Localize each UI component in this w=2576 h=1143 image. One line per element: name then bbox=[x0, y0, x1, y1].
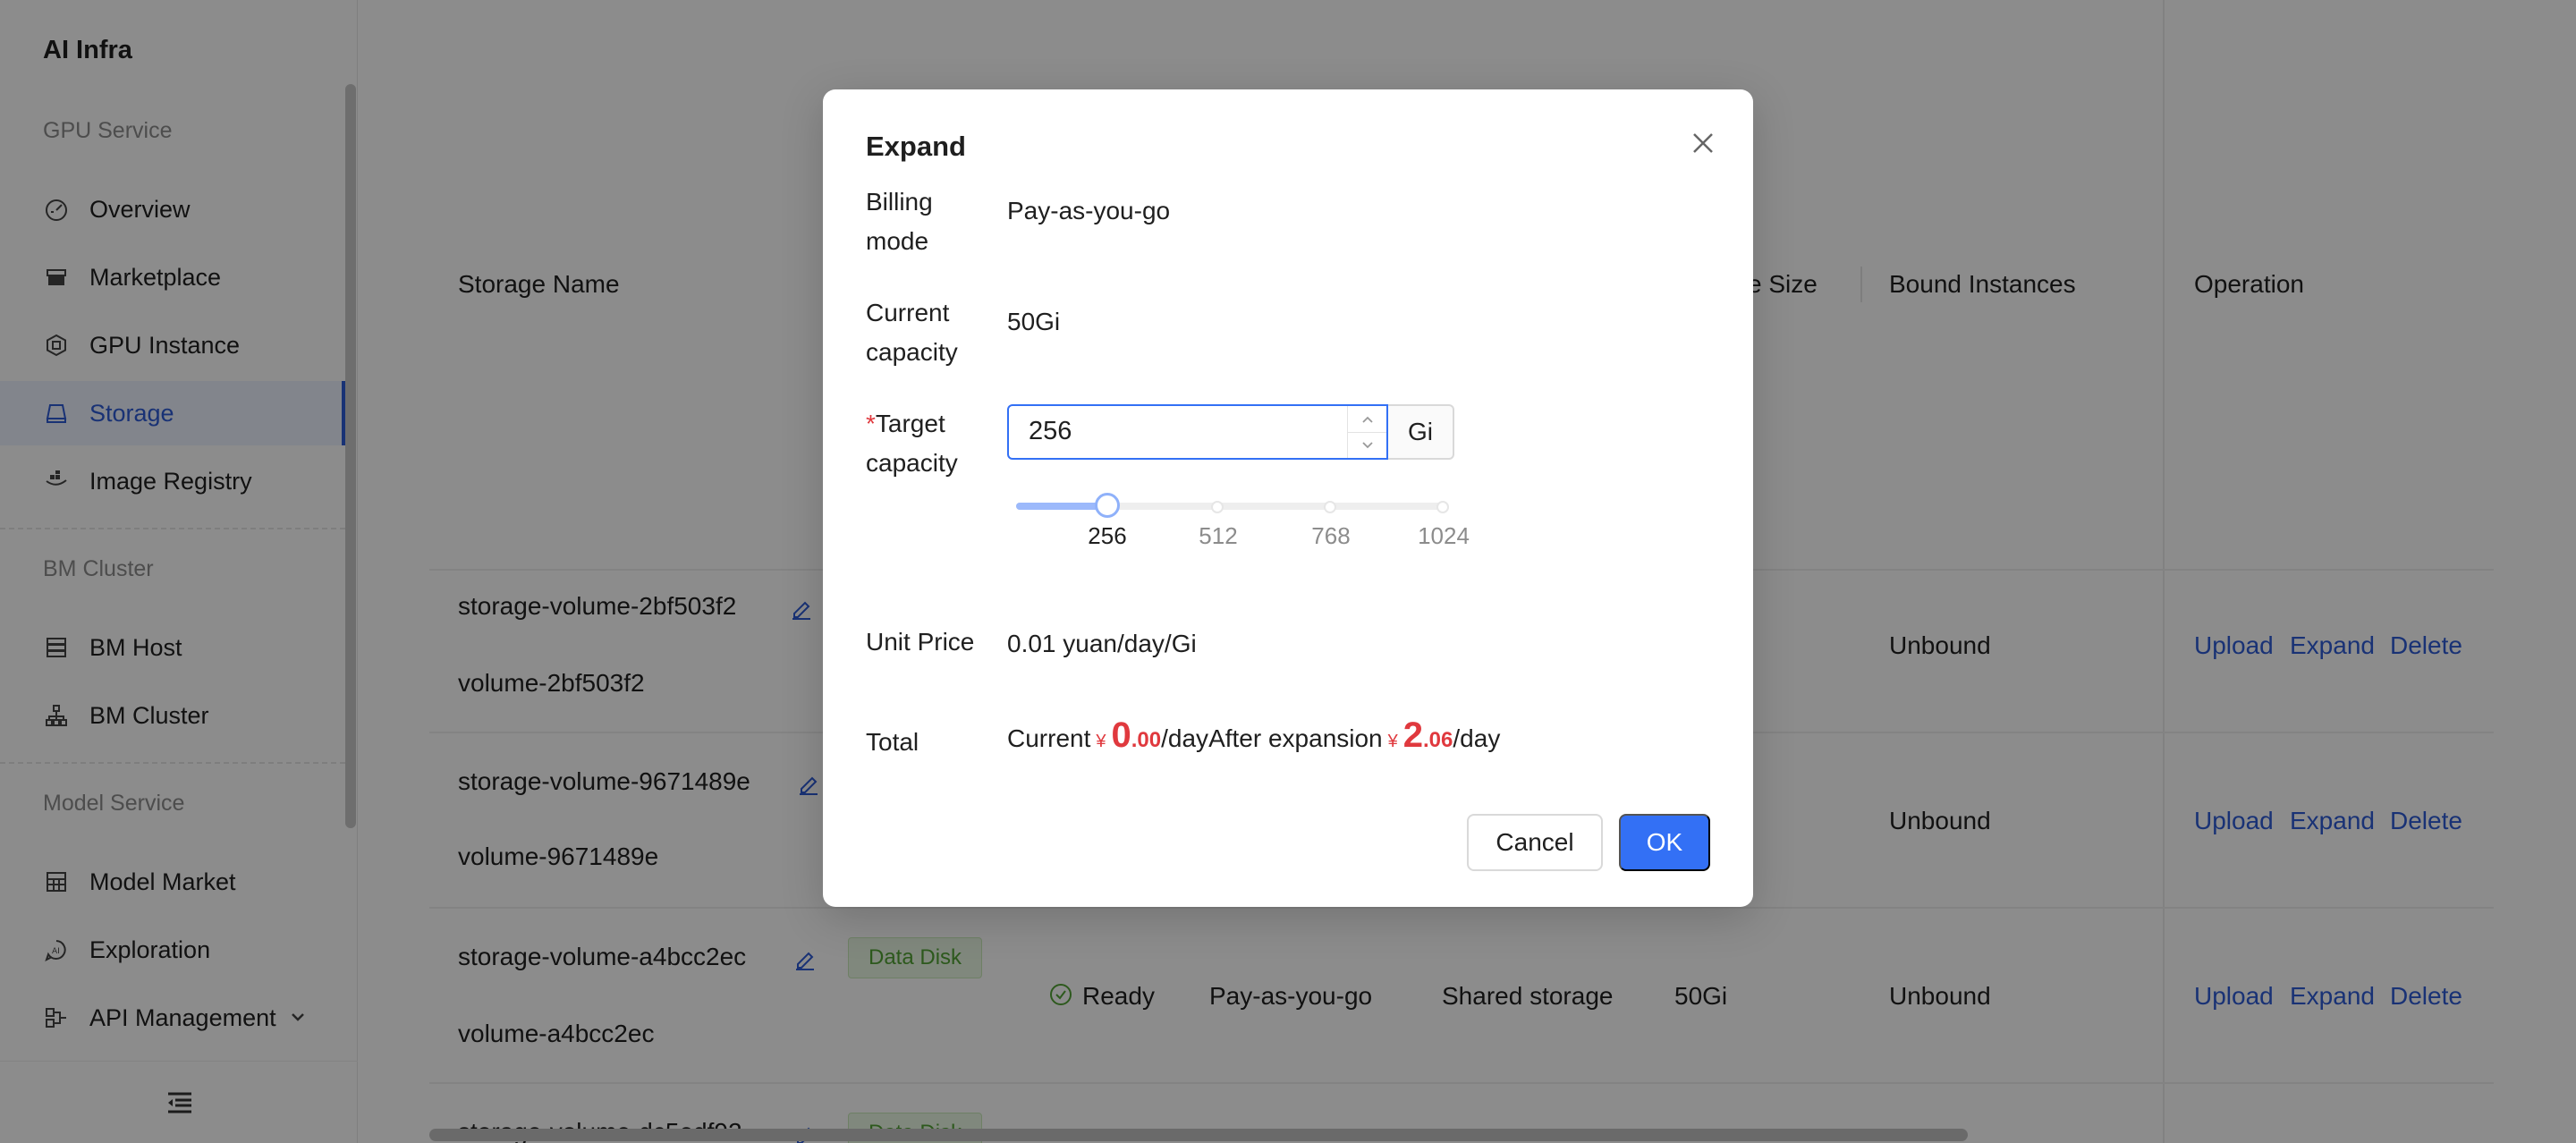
increment-arrow-icon[interactable] bbox=[1348, 406, 1386, 432]
target-capacity-input[interactable] bbox=[1007, 404, 1388, 460]
per-day-text: /day bbox=[1453, 724, 1501, 752]
target-capacity-field[interactable] bbox=[1009, 406, 1331, 456]
unit-price-label: Unit Price bbox=[866, 628, 975, 656]
required-mark: * bbox=[866, 410, 876, 437]
per-day-text: /day bbox=[1161, 724, 1209, 752]
target-capacity-label: *Target capacity bbox=[866, 410, 958, 477]
current-price-label: Current bbox=[1007, 724, 1091, 752]
slider-mark[interactable]: 768 bbox=[1311, 522, 1350, 550]
unit-label: Gi bbox=[1388, 404, 1454, 460]
slider-step-dot[interactable] bbox=[1211, 501, 1224, 513]
billing-mode-label: Billing mode bbox=[866, 188, 933, 255]
dialog-title: Expand bbox=[866, 131, 966, 162]
cancel-button[interactable]: Cancel bbox=[1467, 814, 1603, 871]
slider-mark[interactable]: 1024 bbox=[1418, 522, 1470, 550]
after-expansion-label: After expansion bbox=[1208, 724, 1383, 752]
slider-step-dot[interactable] bbox=[1436, 501, 1449, 513]
slider-track bbox=[1016, 503, 1107, 510]
current-price-decimal: .00 bbox=[1131, 728, 1162, 752]
slider-handle[interactable] bbox=[1095, 493, 1120, 518]
current-capacity-label: Current capacity bbox=[866, 299, 958, 366]
total-price: Current ¥ 0 .00 /day After expansion ¥ 2… bbox=[1007, 715, 1500, 756]
slider-mark[interactable]: 256 bbox=[1088, 522, 1126, 550]
decrement-arrow-icon[interactable] bbox=[1348, 432, 1386, 458]
slider-step-dot[interactable] bbox=[1324, 501, 1336, 513]
currency-symbol: ¥ bbox=[1096, 732, 1106, 751]
quantity-stepper[interactable] bbox=[1347, 406, 1386, 458]
close-icon[interactable] bbox=[1687, 127, 1719, 159]
after-price-decimal: .06 bbox=[1423, 728, 1453, 752]
expand-dialog: Expand Billing mode Pay-as-you-go Current… bbox=[823, 89, 1753, 907]
currency-symbol: ¥ bbox=[1387, 732, 1398, 751]
billing-mode-value: Pay-as-you-go bbox=[1007, 197, 1171, 224]
slider-mark[interactable]: 512 bbox=[1199, 522, 1237, 550]
current-capacity-value: 50Gi bbox=[1007, 308, 1061, 335]
current-price-int: 0 bbox=[1111, 715, 1131, 755]
after-price-int: 2 bbox=[1402, 715, 1424, 755]
unit-price-value: 0.01 yuan/day/Gi bbox=[1007, 630, 1197, 657]
ok-button[interactable]: OK bbox=[1619, 814, 1710, 871]
total-label: Total bbox=[866, 728, 919, 756]
